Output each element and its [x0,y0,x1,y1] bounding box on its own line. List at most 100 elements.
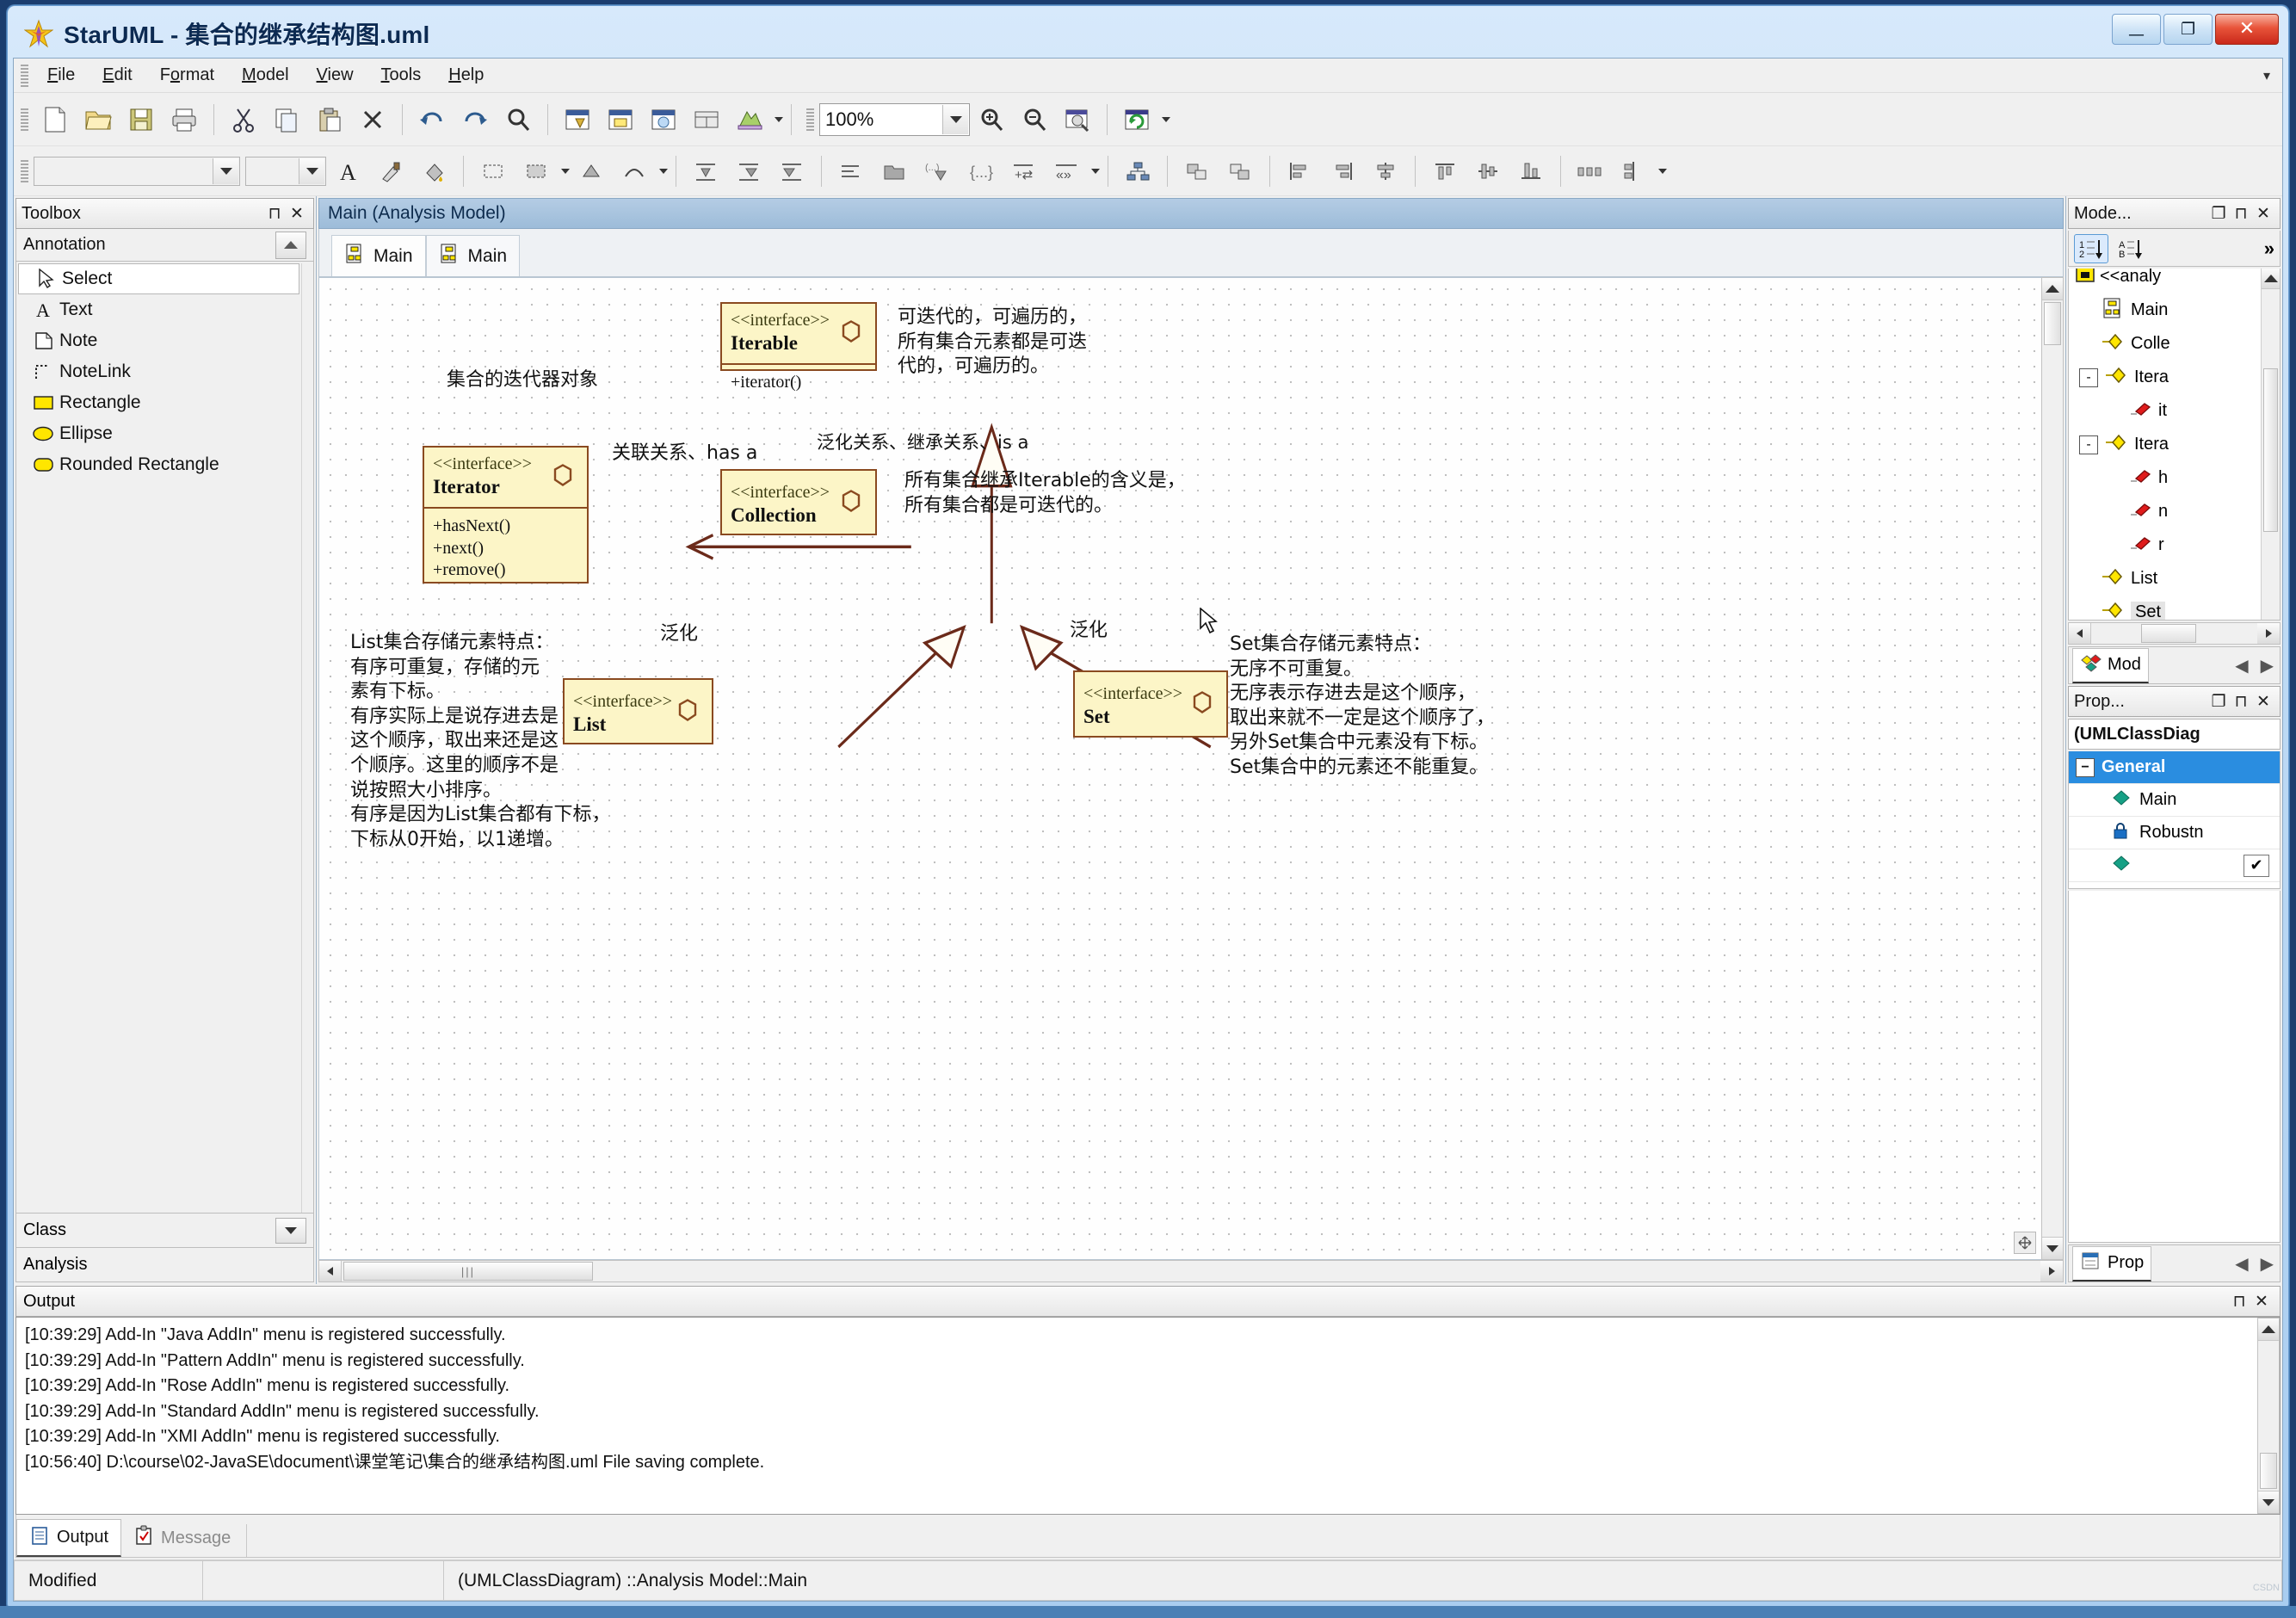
pin-icon[interactable]: ⊓ [263,204,286,224]
braces-icon[interactable]: {...} [961,152,999,190]
menu-file[interactable]: File [34,62,89,89]
align-center-icon[interactable] [1367,152,1404,190]
diagram-tab-main-1[interactable]: Main [331,235,426,276]
copy-icon[interactable] [268,101,306,139]
hscroll-thumb[interactable]: ||| [343,1262,593,1281]
canvas-resize-grip[interactable] [2014,1232,2036,1254]
open-folder-icon[interactable] [79,101,117,139]
toolbox-scrollbar[interactable] [301,263,313,1213]
paste-icon[interactable] [311,101,349,139]
refresh-dropdown-icon[interactable] [1162,116,1170,122]
toolbox-item-notelink[interactable]: NoteLink [16,356,301,387]
uml-class-iterator[interactable]: <<interface>> Iterator +hasNext() +next(… [423,446,589,584]
tab-model[interactable]: Mod [2072,647,2149,683]
align-icon1[interactable] [687,152,725,190]
output-scroll-down[interactable] [2258,1491,2279,1513]
scroll-up-button[interactable] [2042,278,2063,300]
copy-style-icon[interactable] [1178,152,1216,190]
arrange-overflow-icon[interactable] [1658,168,1667,174]
find-icon[interactable] [499,101,537,139]
menu-help[interactable]: Help [435,62,497,89]
expander-icon[interactable]: − [2076,757,2095,777]
zoom-out-icon[interactable] [1015,101,1053,139]
minimize-button[interactable]: — [2112,14,2161,45]
tab-message[interactable]: Message [121,1519,243,1557]
tree-scroll-left[interactable] [2069,623,2091,644]
indent-icon[interactable] [832,152,870,190]
menu-view[interactable]: View [303,62,367,89]
format-brush-icon[interactable] [372,152,410,190]
delete-icon[interactable] [354,101,392,139]
toolbox-item-note[interactable]: Note [16,325,301,356]
tree-item-main[interactable]: Main [2069,293,2280,327]
label-iterable-note[interactable]: 可迭代的，可遍历的， 所有集合元素都是可迭 代的，可遍历的。 [898,306,1087,380]
toolbox-group-annotation[interactable]: Annotation [15,229,314,262]
uml-class-collection[interactable]: <<interface>> Collection [720,469,877,535]
tree-item-set[interactable]: Set [2069,596,2280,620]
properties-group-general[interactable]: − General [2069,751,2280,784]
fill-color-icon[interactable] [415,152,453,190]
space-v-icon[interactable] [1614,152,1652,190]
sort-numeric-icon[interactable]: 12 [2074,233,2108,263]
redo-icon[interactable] [456,101,494,139]
view-icon3[interactable] [645,101,682,139]
folder-icon[interactable] [875,152,913,190]
scroll-down-button[interactable] [2042,1237,2063,1259]
undo-icon[interactable] [413,101,451,139]
toolbox-item-rounded-rectangle[interactable]: Rounded Rectangle [16,449,301,480]
hierarchy-icon[interactable] [1119,152,1157,190]
format-overflow-icon[interactable] [1091,168,1100,174]
tree-item-iterable[interactable]: - Itera [2069,361,2280,394]
cut-icon[interactable] [225,101,262,139]
output-vscroll-thumb[interactable] [2260,1453,2277,1489]
save-icon[interactable] [122,101,160,139]
tree-horizontal-scrollbar[interactable] [2068,622,2281,645]
expander-icon[interactable]: - [2079,367,2098,387]
maximize-icon[interactable]: ❐ [2207,692,2230,712]
tree-vertical-scrollbar[interactable] [2261,269,2280,620]
zoom-fit-icon[interactable] [1059,101,1096,139]
toolbox-item-select[interactable]: Select [18,263,299,294]
label-list-note[interactable]: List集合存储元素特点： 有序可重复，存储的元 素有下标。 有序实际上是说存进… [350,631,610,852]
view-icon1[interactable] [559,101,596,139]
tab-prev-icon[interactable]: ◀ [2229,1253,2254,1275]
toolbox-item-rectangle[interactable]: Rectangle [16,387,301,418]
line-style-dropdown-icon[interactable] [659,168,668,174]
align-right-icon[interactable] [1324,152,1361,190]
font-size-dropdown-icon[interactable] [299,157,324,184]
diagram-canvas[interactable]: <<interface>> Iterable +iterator() <<int… [318,277,2041,1260]
paste-style-icon[interactable] [1221,152,1259,190]
tab-next-icon[interactable]: ▶ [2255,1253,2280,1275]
menu-edit[interactable]: Edit [89,62,145,89]
diagram-tab-main-2[interactable]: Main [425,235,521,276]
uml-class-iterable[interactable]: <<interface>> Iterable +iterator() [720,302,877,392]
refresh-icon[interactable] [1118,101,1156,139]
print-icon[interactable] [165,101,203,139]
tree-item-list[interactable]: List [2069,562,2280,596]
properties-row-checkbox[interactable]: ✔ [2069,849,2280,882]
tree-item-iterator[interactable]: - Itera [2069,428,2280,461]
model-explorer-tree[interactable]: <<analy Main Colle - Itera it - Itera h … [2068,269,2281,621]
canvas-horizontal-scrollbar[interactable]: ||| [318,1260,2064,1282]
uml-class-set[interactable]: <<interface>> Set [1073,670,1228,738]
align-left-icon[interactable] [1281,152,1318,190]
tree-item-next-op[interactable]: n [2069,495,2280,528]
font-family-dropdown-icon[interactable] [213,157,238,184]
label-iterator-object[interactable]: 集合的迭代器对象 [447,368,598,393]
tab-properties[interactable]: Prop [2072,1245,2152,1281]
align-icon2[interactable] [730,152,768,190]
toolbar-grip[interactable] [21,108,28,131]
scroll-left-button[interactable] [319,1261,342,1281]
plus-tag-icon[interactable]: +⇄ [1004,152,1042,190]
shape-dropdown-icon[interactable] [561,168,570,174]
scroll-up-icon[interactable] [275,231,306,259]
stereotype-icon[interactable]: (...) [918,152,956,190]
pin-icon[interactable]: ⊓ [2230,204,2252,224]
sort-alpha-icon[interactable]: AB [2114,234,2148,263]
new-file-icon[interactable] [36,101,74,139]
pin-icon[interactable]: ⊓ [2230,692,2252,712]
pin-icon[interactable]: ⊓ [2228,1292,2250,1312]
tree-item-iterator-op[interactable]: it [2069,394,2280,428]
label-set-note[interactable]: Set集合存储元素特点： 无序不可重复。 无序表示存进去是这个顺序， 取出来就不… [1230,633,1495,781]
close-icon[interactable]: ✕ [2252,204,2274,224]
